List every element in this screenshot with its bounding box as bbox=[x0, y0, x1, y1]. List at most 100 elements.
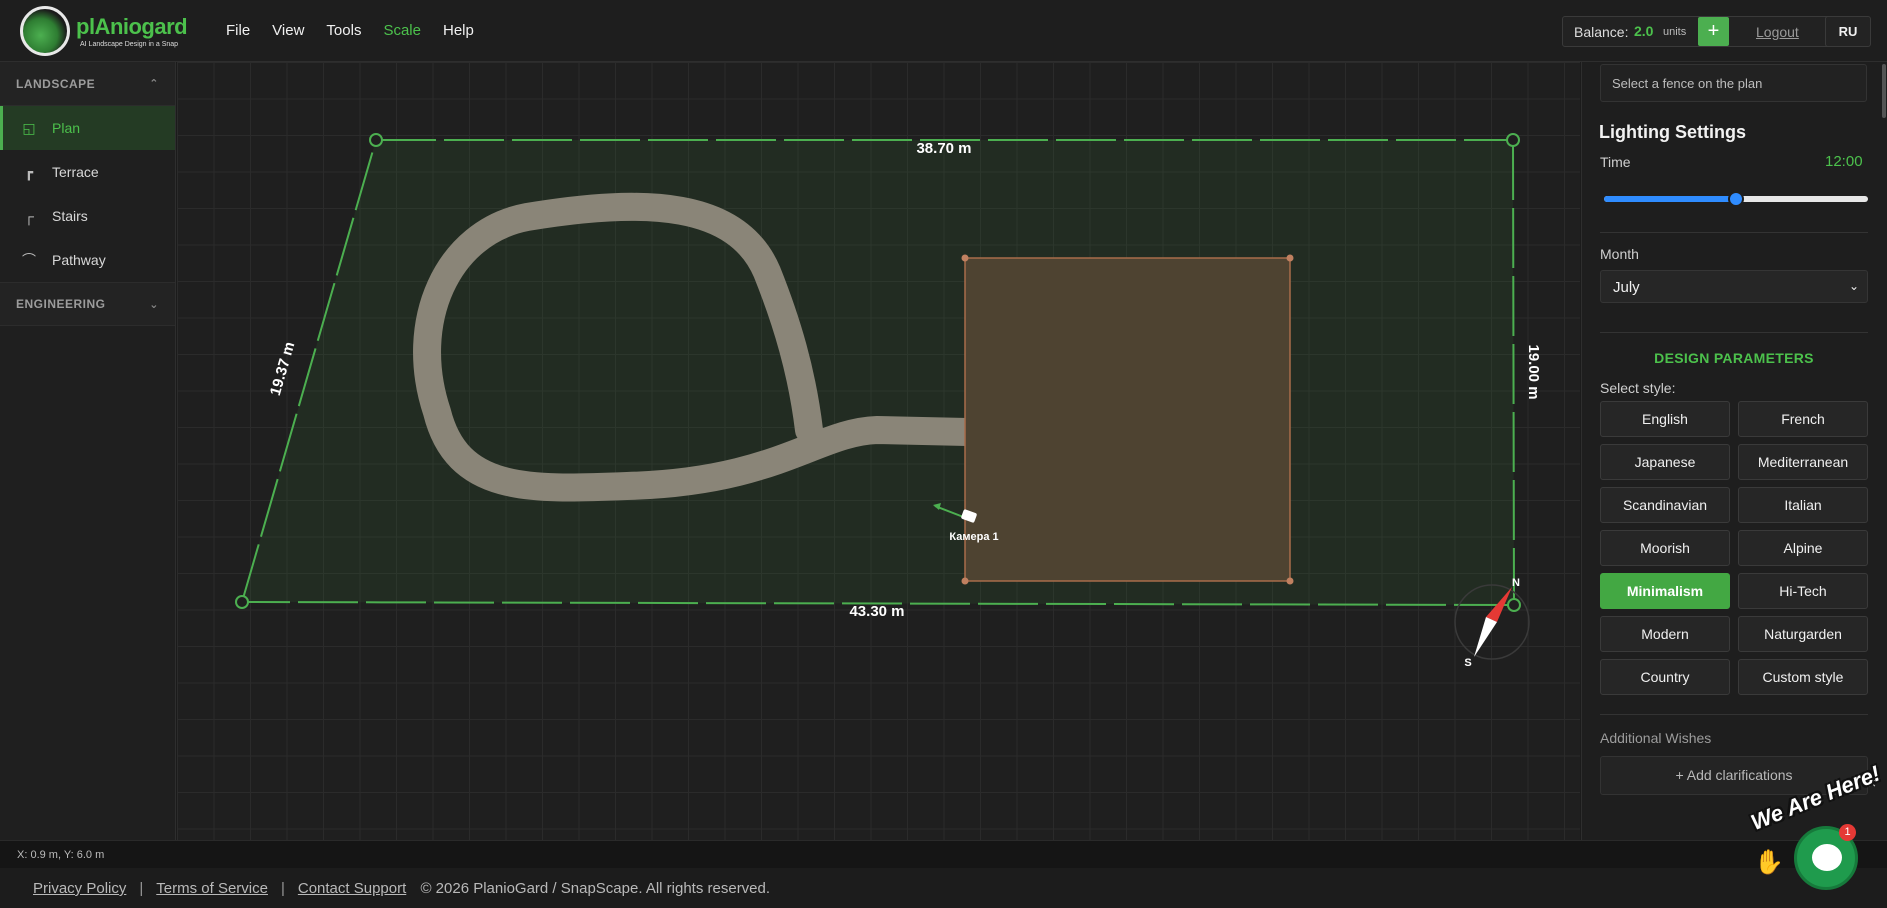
app-logo[interactable]: plAniogard AI Landscape Design in a Snap bbox=[20, 6, 188, 58]
menu-scale[interactable]: Scale bbox=[383, 22, 421, 39]
month-label: Month bbox=[1600, 246, 1639, 262]
style-button-modern[interactable]: Modern bbox=[1600, 616, 1730, 652]
cursor-coordinates: X: 0.9 m, Y: 6.0 m bbox=[17, 849, 105, 861]
chevron-up-icon: ⌃ bbox=[149, 78, 159, 90]
plan-svg: 38.70 m 43.30 m 19.37 m 19.00 m Камера 1… bbox=[235, 133, 1542, 669]
plan-icon: ◱ bbox=[22, 120, 36, 136]
time-value: 12:00 bbox=[1825, 153, 1863, 170]
footer-separator: | bbox=[139, 880, 144, 897]
style-grid: English French Japanese Mediterranean Sc… bbox=[1600, 401, 1868, 695]
style-button-italian[interactable]: Italian bbox=[1738, 487, 1868, 523]
dim-left-label: 19.37 m bbox=[267, 340, 299, 398]
landscape-section-header[interactable]: LANDSCAPE ⌃ bbox=[0, 62, 175, 106]
menu-tools[interactable]: Tools bbox=[326, 22, 361, 39]
sidebar-item-terrace[interactable]: ┏ Terrace bbox=[0, 150, 175, 194]
engineering-section-header[interactable]: ENGINEERING ⌄ bbox=[0, 282, 175, 326]
style-button-scandinavian[interactable]: Scandinavian bbox=[1600, 487, 1730, 523]
time-slider-thumb[interactable] bbox=[1728, 191, 1744, 207]
compass-n-label: N bbox=[1512, 577, 1520, 589]
chat-bubble-icon bbox=[1812, 844, 1842, 871]
month-select[interactable]: July ⌄ bbox=[1600, 270, 1868, 303]
fence-vertex[interactable] bbox=[1506, 133, 1520, 147]
logo-tagline: AI Landscape Design in a Snap bbox=[80, 41, 179, 48]
chevron-down-icon: ⌄ bbox=[149, 298, 159, 311]
month-value: July bbox=[1613, 279, 1640, 296]
left-sidebar: LANDSCAPE ⌃ ◱ Plan ┏ Terrace ┌ Stairs ⌒ … bbox=[0, 62, 176, 840]
privacy-policy-link[interactable]: Privacy Policy bbox=[33, 880, 126, 897]
sidebar-item-label: Terrace bbox=[52, 164, 99, 180]
dim-top-label: 38.70 m bbox=[916, 140, 971, 157]
stairs-icon: ┌ bbox=[24, 208, 34, 224]
logo-leaf-icon bbox=[20, 6, 70, 56]
fence-vertex[interactable] bbox=[235, 595, 249, 609]
right-panel: Select a fence on the plan Lighting Sett… bbox=[1581, 62, 1887, 840]
style-button-french[interactable]: French bbox=[1738, 401, 1868, 437]
status-bar: X: 0.9 m, Y: 6.0 m bbox=[0, 840, 1887, 868]
house-corner[interactable] bbox=[1286, 254, 1294, 262]
chevron-down-icon: ⌄ bbox=[1848, 279, 1859, 293]
divider bbox=[1600, 332, 1868, 333]
contact-support-link[interactable]: Contact Support bbox=[298, 880, 406, 897]
balance-unit: units bbox=[1663, 26, 1687, 38]
divider bbox=[1600, 714, 1868, 715]
sidebar-item-label: Plan bbox=[52, 120, 81, 136]
sidebar-item-label: Pathway bbox=[52, 252, 106, 268]
logo-text: plAniogard bbox=[76, 14, 188, 39]
sidebar-item-label: Stairs bbox=[52, 208, 88, 224]
style-button-japanese[interactable]: Japanese bbox=[1600, 444, 1730, 480]
style-button-naturgarden[interactable]: Naturgarden bbox=[1738, 616, 1868, 652]
chat-unread-badge: 1 bbox=[1839, 824, 1856, 841]
dim-right-label: 19.00 m bbox=[1525, 344, 1542, 399]
style-button-english[interactable]: English bbox=[1600, 401, 1730, 437]
sidebar-item-pathway[interactable]: ⌒ Pathway bbox=[0, 238, 175, 282]
time-slider-fill bbox=[1604, 196, 1736, 202]
style-button-custom[interactable]: Custom style bbox=[1738, 659, 1868, 695]
sidebar-item-plan[interactable]: ◱ Plan bbox=[0, 106, 175, 150]
divider bbox=[1600, 232, 1868, 233]
style-button-hi-tech[interactable]: Hi-Tech bbox=[1738, 573, 1868, 609]
add-balance-button[interactable]: + bbox=[1698, 17, 1729, 46]
main-menu: File View Tools Scale Help bbox=[226, 22, 474, 39]
menu-view[interactable]: View bbox=[272, 22, 304, 39]
style-button-country[interactable]: Country bbox=[1600, 659, 1730, 695]
fence-vertex[interactable] bbox=[369, 133, 383, 147]
style-button-alpine[interactable]: Alpine bbox=[1738, 530, 1868, 566]
logout-link[interactable]: Logout bbox=[1756, 24, 1799, 40]
menu-file[interactable]: File bbox=[226, 22, 250, 39]
camera-label: Камера 1 bbox=[949, 531, 998, 543]
fence-selector[interactable]: Select a fence on the plan bbox=[1600, 64, 1867, 102]
balance-value: 2.0 bbox=[1634, 23, 1654, 39]
language-button[interactable]: RU bbox=[1825, 16, 1871, 47]
house[interactable] bbox=[964, 257, 1291, 582]
lighting-title: Lighting Settings bbox=[1599, 122, 1746, 142]
balance-box: Balance: 2.0 units + Logout bbox=[1562, 16, 1831, 47]
pathway-icon: ⌒ bbox=[22, 252, 36, 268]
terrace-icon: ┏ bbox=[24, 164, 34, 180]
house-corner[interactable] bbox=[961, 254, 969, 262]
fence-vertex[interactable] bbox=[1507, 598, 1521, 612]
footer: Privacy Policy | Terms of Service | Contact … bbox=[0, 868, 1887, 908]
terms-link[interactable]: Terms of Service bbox=[156, 880, 268, 897]
landscape-header-label: LANDSCAPE bbox=[16, 76, 96, 91]
style-button-moorish[interactable]: Moorish bbox=[1600, 530, 1730, 566]
copyright: © 2026 PlanioGard / SnapScape. All right… bbox=[420, 880, 771, 897]
compass-s-label: S bbox=[1464, 657, 1471, 669]
fence-right[interactable] bbox=[1512, 139, 1515, 606]
select-style-label: Select style: bbox=[1600, 380, 1676, 396]
waving-hand-icon: ✋ bbox=[1754, 849, 1784, 876]
style-button-minimalism[interactable]: Minimalism bbox=[1600, 573, 1730, 609]
house-corner[interactable] bbox=[1286, 577, 1294, 585]
top-bar: plAniogard AI Landscape Design in a Snap… bbox=[0, 0, 1887, 62]
footer-separator: | bbox=[280, 880, 285, 897]
dim-bottom-label: 43.30 m bbox=[849, 603, 904, 620]
sidebar-item-stairs[interactable]: ┌ Stairs bbox=[0, 194, 175, 238]
footer-links: Privacy Policy | Terms of Service | Contact … bbox=[33, 880, 770, 897]
balance-label: Balance: bbox=[1574, 24, 1629, 40]
menu-help[interactable]: Help bbox=[443, 22, 474, 39]
panel-scrollbar[interactable] bbox=[1882, 64, 1886, 118]
engineering-header-label: ENGINEERING bbox=[16, 297, 106, 311]
time-slider[interactable] bbox=[1604, 191, 1868, 207]
plan-canvas[interactable]: 38.70 m 43.30 m 19.37 m 19.00 m Камера 1… bbox=[177, 62, 1580, 840]
style-button-mediterranean[interactable]: Mediterranean bbox=[1738, 444, 1868, 480]
house-corner[interactable] bbox=[961, 577, 969, 585]
